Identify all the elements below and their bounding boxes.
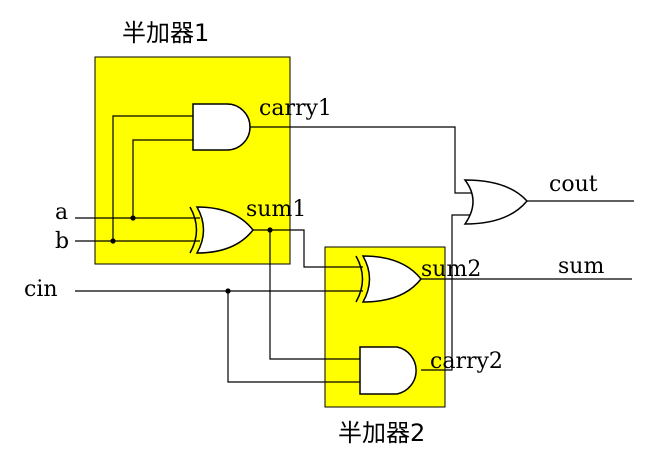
and-gate-2 — [359, 346, 417, 395]
input-b-label: b — [55, 229, 69, 254]
cout-label: cout — [549, 172, 598, 197]
or-gate — [463, 179, 528, 225]
and-gate-1 — [192, 103, 251, 151]
carry1-label: carry1 — [259, 96, 332, 121]
input-a-label: a — [55, 200, 68, 225]
sum-output-label: sum — [558, 254, 604, 279]
half-adder-1-block — [94, 56, 291, 265]
input-cin-label: cin — [24, 277, 58, 302]
sum2-label: sum2 — [421, 257, 481, 282]
half-adder-1-title: 半加器1 — [122, 19, 209, 47]
junction-a — [130, 215, 136, 221]
full-adder-diagram: 半加器1 半加器2 a b cin carry1 sum1 sum2 carry… — [0, 0, 666, 458]
half-adder-2-title: 半加器2 — [338, 419, 425, 447]
junction-sum1 — [267, 227, 273, 233]
junction-b — [110, 238, 116, 244]
junction-cin — [225, 288, 231, 294]
circuit-svg: 半加器1 半加器2 a b cin carry1 sum1 sum2 carry… — [24, 19, 634, 447]
sum1-label: sum1 — [246, 197, 306, 222]
carry2-label: carry2 — [430, 349, 503, 374]
